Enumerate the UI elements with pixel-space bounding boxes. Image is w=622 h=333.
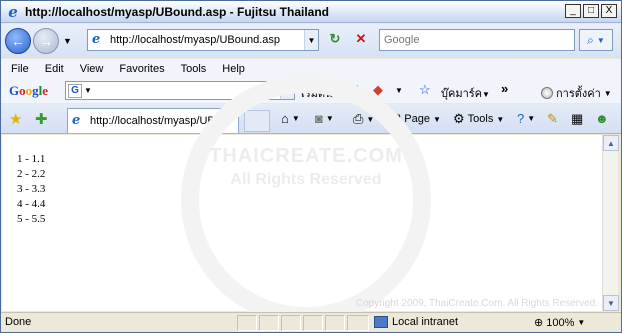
output-line: 3 - 3.3 <box>17 183 46 195</box>
gear-icon: ⚙ <box>453 111 465 126</box>
research-icon: ▦ <box>571 111 584 126</box>
add-favorite-icon[interactable]: ✚ <box>35 110 48 128</box>
help-button[interactable]: ? ▼ <box>517 111 535 126</box>
messenger-button[interactable]: ☻ <box>595 111 609 126</box>
search-button[interactable]: ⌕ ▼ <box>579 29 613 51</box>
favorites-star-icon[interactable]: ★ <box>9 110 22 128</box>
navigation-bar: ← → ▼ e http://localhost/myasp/UBound.as… <box>1 24 621 58</box>
back-button[interactable]: ← <box>5 28 31 54</box>
messenger-icon: ☻ <box>595 111 609 126</box>
menu-help[interactable]: Help <box>214 63 253 75</box>
scroll-up-button[interactable]: ▲ <box>603 135 619 151</box>
ie-logo-icon: e <box>8 2 18 21</box>
output-line: 4 - 4.4 <box>17 198 46 210</box>
forward-button[interactable]: → <box>33 28 59 54</box>
settings-icon <box>541 87 553 99</box>
output-line: 1 - 1.1 <box>17 153 46 165</box>
menu-edit[interactable]: Edit <box>37 63 72 75</box>
more-buttons-chevron[interactable]: » <box>501 81 508 96</box>
title-bar: e http://localhost/myasp/UBound.asp - Fu… <box>1 1 621 23</box>
copyright-watermark: Copyright 2009, ThaiCreate.Com. All Righ… <box>355 298 598 309</box>
google-settings-button[interactable]: การตั้งค่า ▼ <box>541 84 612 102</box>
status-pane <box>281 315 301 331</box>
browser-window: e http://localhost/myasp/UBound.asp - Fu… <box>0 0 622 333</box>
script-output: 1 - 1.1 2 - 2.2 3 - 3.3 4 - 4.4 5 - 5.5 <box>17 152 45 227</box>
status-pane <box>259 315 279 331</box>
google-g-icon: G <box>68 83 82 98</box>
edit-pencil-icon: ✎ <box>547 111 558 126</box>
search-input[interactable]: Google <box>379 29 575 51</box>
google-bookmarks-button[interactable]: บุ๊คมาร์ค▼ <box>441 84 490 102</box>
apps-dropdown-icon[interactable]: ▼ <box>395 86 403 95</box>
status-pane <box>303 315 323 331</box>
address-input[interactable]: http://localhost/myasp/UBound.asp <box>110 34 304 46</box>
security-zone[interactable]: Local intranet <box>374 316 458 328</box>
output-line: 2 - 2.2 <box>17 168 46 180</box>
edit-button[interactable]: ✎ <box>547 111 558 127</box>
page-icon: e <box>92 32 101 47</box>
address-dropdown-icon[interactable]: ▼ <box>304 30 318 50</box>
menu-tools[interactable]: Tools <box>173 63 215 75</box>
watermark-title: THAICREATE.COM <box>209 145 403 167</box>
watermark-circle <box>181 75 431 325</box>
search-icon: ⌕ <box>587 32 594 47</box>
menu-favorites[interactable]: Favorites <box>111 63 172 75</box>
zoom-icon: ⊕ <box>534 317 544 329</box>
vertical-scrollbar[interactable]: ▲ ▼ <box>602 135 619 311</box>
status-text: Done <box>5 316 32 328</box>
zoom-control[interactable]: ⊕ 100% ▼ <box>534 316 585 330</box>
bookmark-star-icon[interactable]: ☆ <box>419 82 431 98</box>
window-controls: _ □ X <box>565 4 617 18</box>
watermark-subtitle: All Rights Reserved <box>230 171 382 188</box>
address-bar[interactable]: e http://localhost/myasp/UBound.asp ▼ <box>87 29 319 51</box>
help-icon: ? <box>517 111 525 126</box>
output-line: 5 - 5.5 <box>17 213 46 225</box>
google-search-options-icon[interactable]: ▼ <box>84 86 92 95</box>
window-title: http://localhost/myasp/UBound.asp - Fuji… <box>25 4 330 19</box>
page-content: THAICREATE.COM All Rights Reserved 1 - 1… <box>2 75 602 325</box>
watermark-seal: THAICREATE.COM All Rights Reserved <box>178 75 434 325</box>
maximize-button[interactable]: □ <box>583 4 599 18</box>
stop-button[interactable]: ✕ <box>351 31 371 49</box>
menu-file[interactable]: File <box>1 63 37 75</box>
recent-pages-dropdown-icon[interactable]: ▼ <box>63 36 72 46</box>
menu-view[interactable]: View <box>72 63 112 75</box>
status-bar: Done Local intranet ⊕ 100% ▼ <box>1 312 621 332</box>
scroll-down-button[interactable]: ▼ <box>603 295 619 311</box>
research-button[interactable]: ▦ <box>571 111 583 127</box>
tools-menu-button[interactable]: ⚙ Tools ▼ <box>453 111 504 127</box>
status-pane <box>237 315 257 331</box>
status-pane <box>325 315 345 331</box>
intranet-zone-icon <box>374 316 388 328</box>
search-options-dropdown-icon[interactable]: ▼ <box>597 36 605 45</box>
close-button[interactable]: X <box>601 4 617 18</box>
tab-page-icon: e <box>72 113 81 128</box>
google-logo: Google <box>9 83 49 98</box>
refresh-button[interactable]: ↻ <box>325 31 345 49</box>
status-pane <box>347 315 369 331</box>
minimize-button[interactable]: _ <box>565 4 581 18</box>
